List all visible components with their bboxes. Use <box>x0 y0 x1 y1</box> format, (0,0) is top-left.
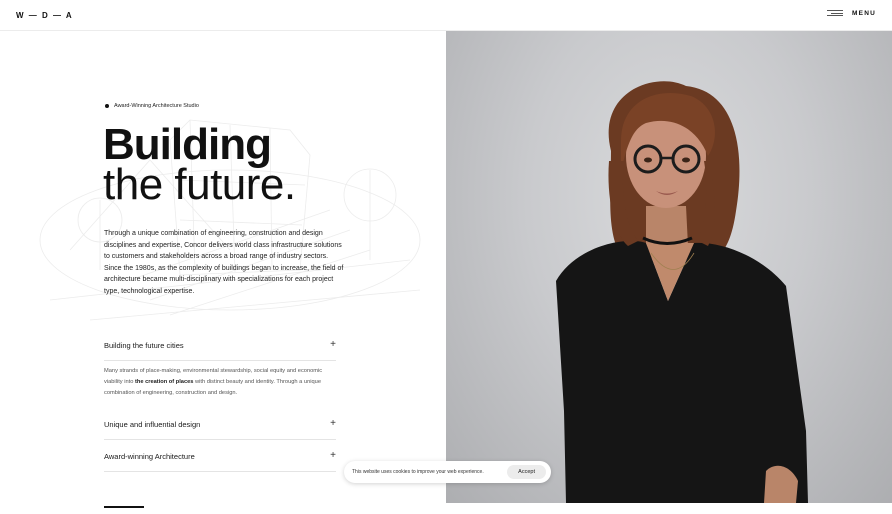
cookie-banner: This website uses cookies to improve you… <box>344 461 551 483</box>
menu-label[interactable]: MENU <box>852 10 876 17</box>
accordion-body-bold: the creation of places <box>134 379 194 385</box>
hero-title-line-1: Building <box>103 120 272 169</box>
accordion-item-future-cities[interactable]: Building the future cities + <box>104 330 336 361</box>
accordion-label[interactable]: Unique and influential design <box>104 420 200 429</box>
menu-toggle[interactable]: MENU <box>827 9 876 17</box>
eyebrow-text: Award-Winning Architecture Studio <box>114 103 199 109</box>
accordion-item-award-winning[interactable]: Award-winning Architecture + <box>104 441 336 472</box>
accordion-item-unique-design[interactable]: Unique and influential design + <box>104 409 336 440</box>
bullet-dot-icon <box>105 104 109 108</box>
logo[interactable]: W — D — A <box>16 11 73 20</box>
accordion-header[interactable]: Unique and influential design + <box>104 409 336 439</box>
eyebrow: Award-Winning Architecture Studio <box>105 103 199 109</box>
accordion-label[interactable]: Award-winning Architecture <box>104 452 195 461</box>
intro-paragraph: Through a unique combination of engineer… <box>104 230 344 295</box>
accordion-body: Many strands of place-making, environmen… <box>104 366 340 399</box>
accept-cookies-button[interactable]: Accept <box>507 465 546 479</box>
plus-icon[interactable]: + <box>330 419 336 429</box>
plus-icon[interactable]: + <box>330 340 336 350</box>
portrait-photo <box>446 31 892 503</box>
woman-portrait-illustration <box>556 81 808 503</box>
accordion-header[interactable]: Building the future cities + <box>104 330 336 360</box>
hamburger-icon[interactable] <box>827 9 844 17</box>
accordion-header[interactable]: Award-winning Architecture + <box>104 441 336 471</box>
cookie-message: This website uses cookies to improve you… <box>352 469 484 475</box>
plus-icon[interactable]: + <box>330 451 336 461</box>
hero-title: Building the future. <box>103 120 296 209</box>
hero-title-line-2: the future. <box>103 160 296 209</box>
accordion-label[interactable]: Building the future cities <box>104 341 184 350</box>
site-header: W — D — A MENU <box>0 0 892 31</box>
next-section-heading-fragment <box>104 506 144 509</box>
